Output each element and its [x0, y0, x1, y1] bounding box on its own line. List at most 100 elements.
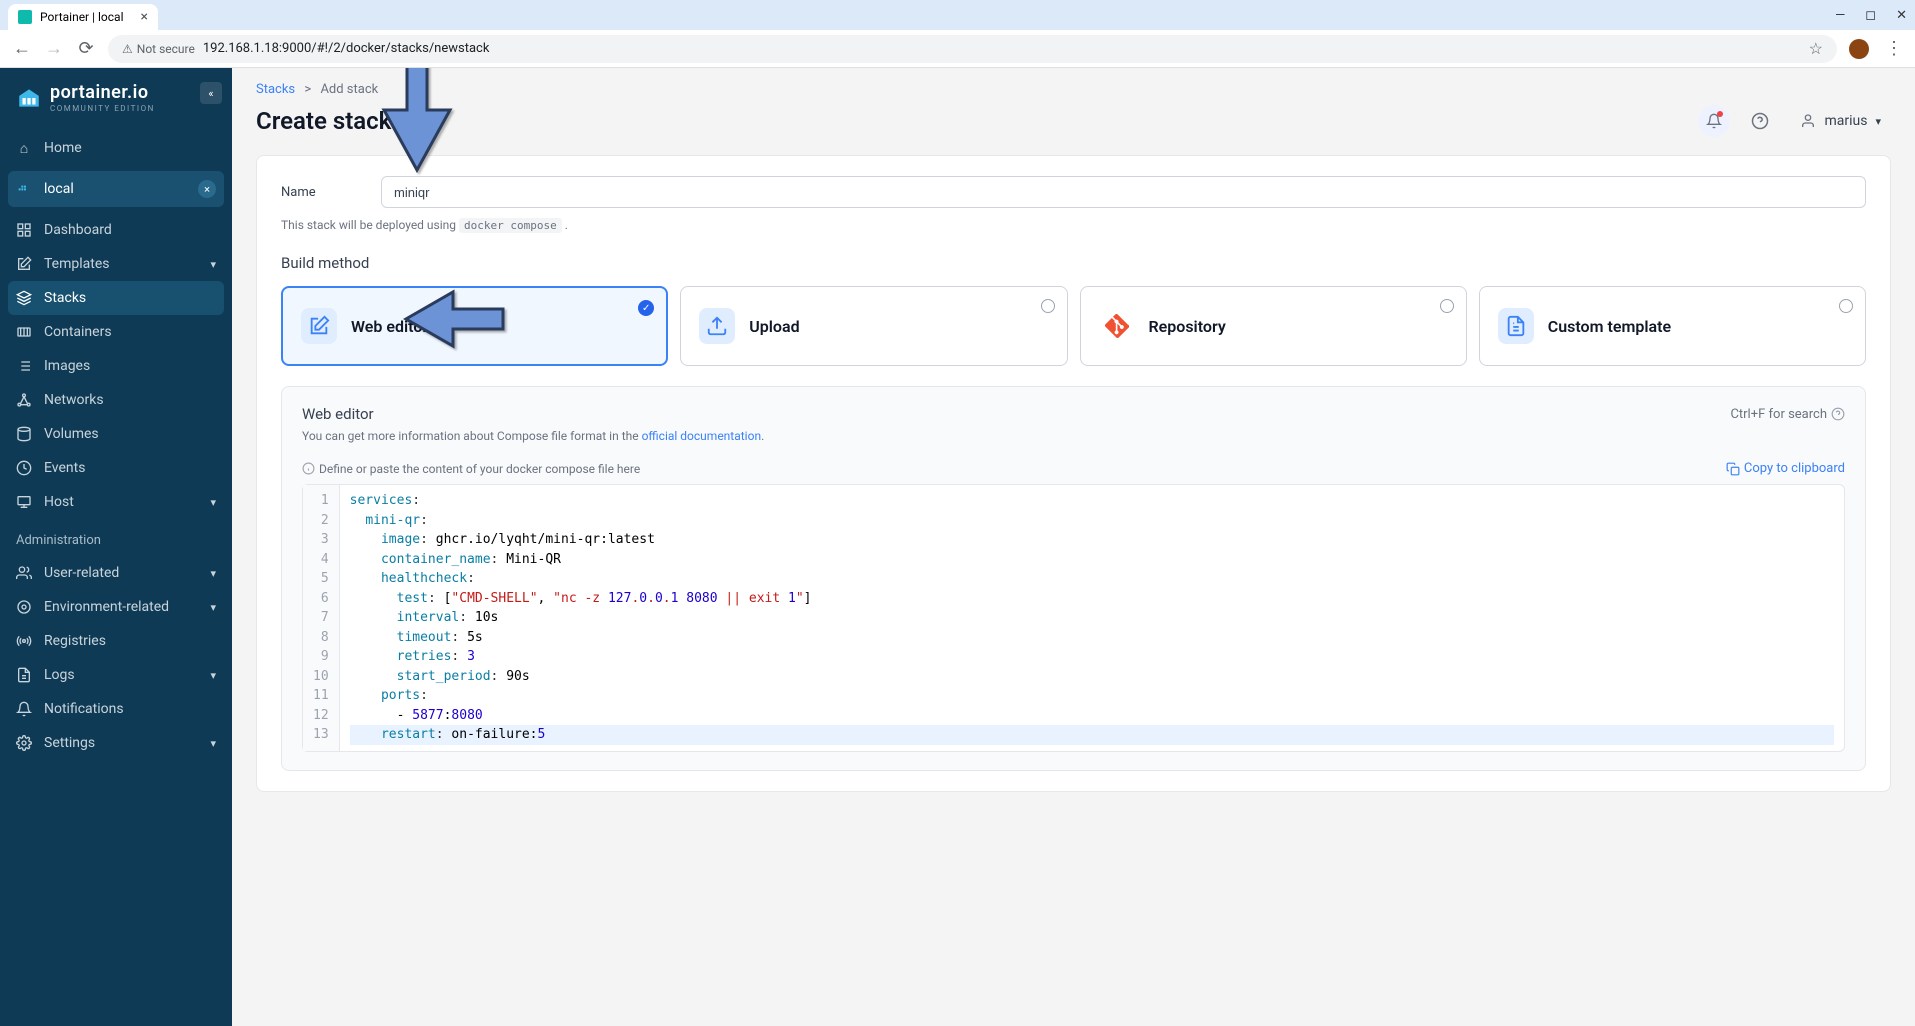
code-line[interactable]: test: ["CMD-SHELL", "nc -z 127.0.0.1 808… [350, 589, 1834, 609]
users-icon [16, 565, 32, 581]
radio-icon [1440, 299, 1454, 313]
method-upload[interactable]: Upload [680, 286, 1067, 366]
nav-home[interactable]: ⌂ Home [0, 131, 232, 165]
address-bar[interactable]: ⚠ Not secure 192.168.1.18:9000/#!/2/dock… [108, 35, 1837, 63]
host-icon [16, 494, 32, 510]
env-close-icon[interactable]: × [198, 180, 216, 198]
chevron-down-icon: ▾ [210, 601, 216, 614]
nav-dashboard[interactable]: Dashboard [0, 213, 232, 247]
breadcrumb: Stacks > Add stack [232, 68, 1915, 101]
events-icon [16, 460, 32, 476]
notifications-icon [16, 701, 32, 717]
sidebar: portainer.io COMMUNITY EDITION « ⌂ Home … [0, 68, 232, 1026]
chevron-down-icon: ▾ [210, 669, 216, 682]
breadcrumb-root[interactable]: Stacks [256, 82, 295, 97]
reload-button[interactable]: ⟳ [76, 38, 96, 59]
security-badge[interactable]: ⚠ Not secure [122, 42, 195, 56]
registries-icon [16, 633, 32, 649]
nav-stacks[interactable]: Stacks [8, 281, 224, 315]
code-line[interactable]: mini-qr: [350, 511, 1834, 531]
method-custom-template[interactable]: Custom template [1479, 286, 1866, 366]
copy-to-clipboard-button[interactable]: Copy to clipboard [1726, 461, 1845, 476]
code-content[interactable]: services: mini-qr: image: ghcr.io/lyqht/… [340, 485, 1844, 751]
env-icon [16, 599, 32, 615]
editor-shortcut-hint: Ctrl+F for search [1730, 407, 1845, 422]
url-text: 192.168.1.18:9000/#!/2/docker/stacks/new… [203, 41, 490, 56]
upload-icon [699, 308, 735, 344]
code-line[interactable]: image: ghcr.io/lyqht/mini-qr:latest [350, 530, 1834, 550]
nav-host[interactable]: Host▾ [0, 485, 232, 519]
code-line[interactable]: retries: 3 [350, 647, 1834, 667]
nav-events[interactable]: Events [0, 451, 232, 485]
method-web-editor[interactable]: Web editor✓ [281, 286, 668, 366]
info-icon [302, 462, 315, 475]
copy-icon [1726, 462, 1740, 476]
chevron-down-icon: ▾ [1875, 115, 1881, 128]
chevron-down-icon: ▾ [210, 496, 216, 509]
code-line[interactable]: services: [350, 491, 1834, 511]
chevron-down-icon: ▾ [210, 737, 216, 750]
nav-logs[interactable]: Logs▾ [0, 658, 232, 692]
help-circle-icon [1831, 407, 1845, 421]
brand-logo[interactable]: portainer.io COMMUNITY EDITION [0, 68, 232, 131]
brand-name: portainer.io [50, 82, 155, 103]
templates-icon [16, 256, 32, 272]
nav-networks[interactable]: Networks [0, 383, 232, 417]
code-line[interactable]: - 5877:8080 [350, 706, 1834, 726]
help-icon[interactable] [1744, 105, 1776, 137]
profile-avatar[interactable] [1849, 39, 1869, 59]
nav-environment-related[interactable]: Environment-related▾ [0, 590, 232, 624]
name-input[interactable] [381, 176, 1866, 208]
nav-environment-local[interactable]: local × [8, 171, 224, 207]
check-icon: ✓ [638, 300, 654, 316]
window-maximize-icon[interactable]: ◻ [1865, 8, 1876, 23]
stack-form-card: Name This stack will be deployed using d… [256, 155, 1891, 792]
custom-template-icon [1498, 308, 1534, 344]
window-minimize-icon[interactable]: — [1835, 8, 1845, 23]
admin-section-label: Administration [0, 519, 232, 556]
code-line[interactable]: start_period: 90s [350, 667, 1834, 687]
tab-close-icon[interactable]: × [141, 9, 148, 25]
nav-registries[interactable]: Registries [0, 624, 232, 658]
code-editor[interactable]: 12345678910111213 services: mini-qr: ima… [302, 484, 1845, 752]
bookmark-star-icon[interactable]: ☆ [1809, 39, 1823, 58]
main-content: Stacks > Add stack Create stack ⟳ marius… [232, 68, 1915, 1026]
warning-icon: ⚠ [122, 42, 133, 56]
back-button[interactable]: ← [12, 38, 32, 59]
nav-templates[interactable]: Templates▾ [0, 247, 232, 281]
window-controls: — ◻ ✕ [1835, 8, 1907, 23]
sidebar-collapse-button[interactable]: « [200, 82, 222, 104]
nav-user-related[interactable]: User-related▾ [0, 556, 232, 590]
code-line[interactable]: timeout: 5s [350, 628, 1834, 648]
nav-containers[interactable]: Containers [0, 315, 232, 349]
window-close-icon[interactable]: ✕ [1896, 8, 1907, 23]
nav-volumes[interactable]: Volumes [0, 417, 232, 451]
nav-notifications[interactable]: Notifications [0, 692, 232, 726]
method-repository[interactable]: Repository [1080, 286, 1467, 366]
nav-settings[interactable]: Settings▾ [0, 726, 232, 760]
page-title: Create stack ⟳ [256, 107, 415, 135]
nav-images[interactable]: Images [0, 349, 232, 383]
networks-icon [16, 392, 32, 408]
notifications-icon[interactable] [1698, 105, 1730, 137]
code-line[interactable]: container_name: Mini-QR [350, 550, 1834, 570]
docs-link[interactable]: official documentation [642, 429, 762, 443]
editor-title: Web editor [302, 405, 374, 423]
browser-menu-icon[interactable]: ⋮ [1885, 38, 1903, 59]
volumes-icon [16, 426, 32, 442]
code-line[interactable]: interval: 10s [350, 608, 1834, 628]
portainer-logo-icon [16, 85, 42, 111]
user-icon [1800, 113, 1816, 129]
editor-placeholder-hint: Define or paste the content of your dock… [302, 462, 640, 476]
name-label: Name [281, 185, 361, 200]
forward-button[interactable]: → [44, 38, 64, 59]
code-line[interactable]: healthcheck: [350, 569, 1834, 589]
repository-icon [1099, 308, 1135, 344]
browser-tab[interactable]: Portainer | local × [8, 4, 158, 30]
refresh-icon[interactable]: ⟳ [401, 112, 414, 131]
images-icon [16, 358, 32, 374]
user-menu[interactable]: marius ▾ [1790, 107, 1891, 135]
deploy-hint: This stack will be deployed using docker… [281, 218, 1866, 232]
code-line[interactable]: restart: on-failure:5 [350, 725, 1834, 745]
code-line[interactable]: ports: [350, 686, 1834, 706]
